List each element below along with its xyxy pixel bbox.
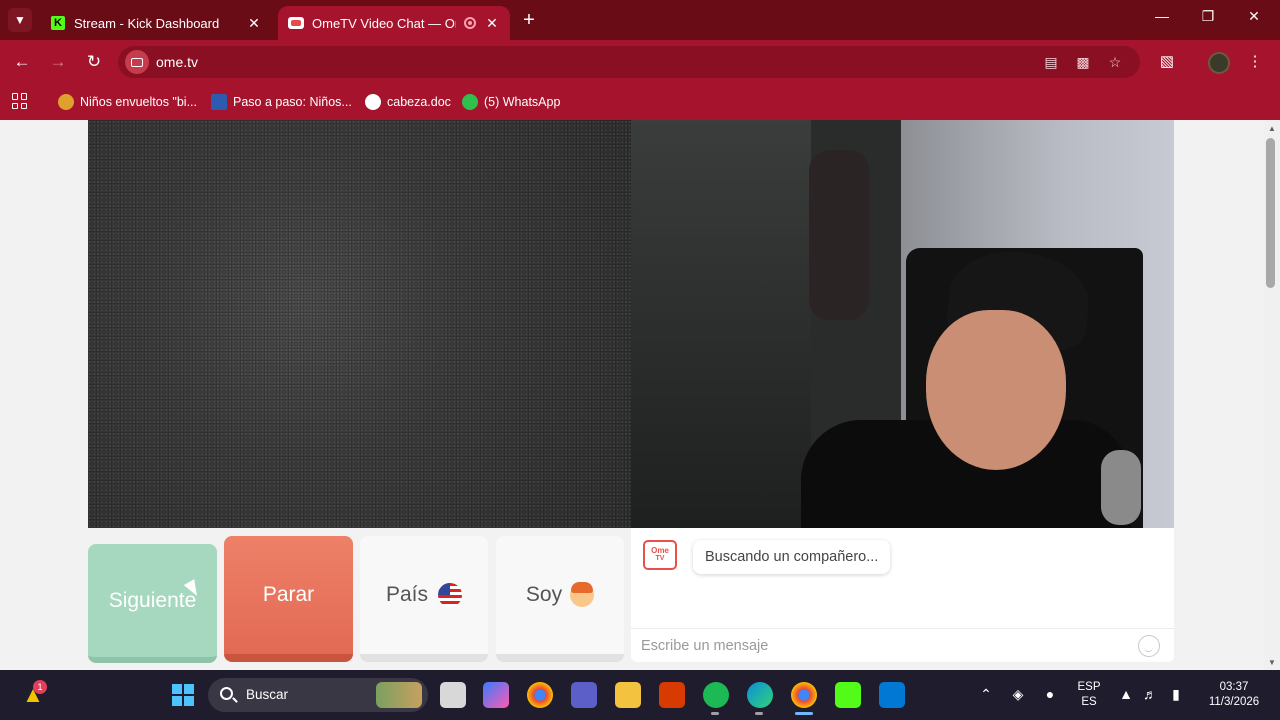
running-indicator [755,712,763,715]
browser-toolbar: ← → ↻ ome.tv ▤ ▩ ☆ ▧ ⋮ [0,40,1280,84]
kick-icon: K [50,15,66,31]
close-tab-icon[interactable]: ✕ [484,15,500,32]
taskbar-search[interactable]: Buscar [208,678,428,712]
volume-icon[interactable]: ♬ [1140,686,1160,702]
bookmark-item[interactable]: cabeza.doc [365,92,451,112]
apps-grid-icon[interactable] [12,93,28,109]
spotify-icon[interactable] [703,682,729,708]
url-text[interactable]: ome.tv [156,54,198,70]
restore-button[interactable]: ❐ [1193,8,1223,25]
search-icon [220,687,233,700]
bookmark-item[interactable]: Paso a paso: Niños... [211,92,352,112]
office-icon[interactable] [659,682,685,708]
next-button-label: Siguiente [108,588,197,612]
file-explorer-icon[interactable] [615,682,641,708]
bookmark-star-icon[interactable]: ☆ [1106,54,1124,71]
language-indicator[interactable]: ESP ES [1072,680,1106,710]
start-button[interactable] [170,682,196,708]
country-button-label: País [385,583,429,606]
camera-off-icon[interactable]: ◈ [1008,686,1028,703]
search-label: Buscar [246,687,289,702]
scroll-down-arrow[interactable]: ▼ [1265,658,1279,667]
bookmark-label: Niños envueltos "bi... [80,95,197,109]
teams-icon[interactable] [571,682,597,708]
extensions-icon[interactable]: ▧ [1156,52,1178,70]
address-bar[interactable]: ome.tv ▤ ▩ ☆ [118,46,1140,78]
bookmark-label: (5) WhatsApp [484,95,561,109]
tab-title: Stream - Kick Dashboard [74,15,220,31]
close-window-button[interactable]: ✕ [1239,8,1269,25]
bookmark-avatar-icon [58,94,74,110]
close-tab-icon[interactable]: ✕ [246,15,262,32]
menu-icon[interactable]: ⋮ [1244,52,1266,70]
stop-button[interactable]: Parar [224,536,353,662]
message-input[interactable] [641,635,1121,657]
translate-icon[interactable]: ▤ [1042,54,1060,71]
store-icon[interactable] [879,682,905,708]
bookmark-globe-icon [365,94,381,110]
gender-button-label: Soy [525,583,563,606]
stop-button-label: Parar [262,583,315,606]
tab-kick-dashboard[interactable]: K Stream - Kick Dashboard ✕ [40,6,272,40]
us-flag-icon [438,583,463,607]
emoji-icon[interactable] [1138,635,1160,657]
search-highlight-image [376,682,422,708]
recording-icon [464,17,476,29]
wifi-icon[interactable]: ▲ [1116,686,1136,702]
profile-avatar[interactable] [1208,52,1230,74]
status-message: Buscando un compañero... [693,540,891,574]
tab-title: OmeTV Video Chat — Ome [312,15,456,31]
ometv-logo: Ome TV [643,540,677,570]
task-view-icon[interactable] [440,682,466,708]
boy-face-icon [570,582,595,607]
new-tab-button[interactable]: + [518,9,540,32]
bookmark-label: Paso a paso: Niños... [233,95,352,109]
minimize-button[interactable]: — [1147,8,1177,24]
install-app-icon[interactable]: ▩ [1074,54,1092,71]
back-button[interactable]: ← [10,50,34,74]
forward-button[interactable]: → [46,50,70,74]
browser-tab-strip: ▼ K Stream - Kick Dashboard ✕ OmeTV Vide… [0,0,1280,40]
self-video [631,120,1174,528]
screen: ▼ K Stream - Kick Dashboard ✕ OmeTV Vide… [0,0,1280,720]
chrome-profile-icon[interactable] [791,682,817,708]
microphone-icon[interactable]: ● [1040,686,1060,702]
reload-button[interactable]: ↻ [82,50,106,74]
bookmark-label: cabeza.doc [387,95,451,109]
bookmark-item[interactable]: Niños envueltos "bi... [58,92,197,112]
whatsapp-icon [462,94,478,110]
scroll-up-arrow[interactable]: ▲ [1265,124,1279,133]
chat-input-bar [631,628,1174,662]
chat-panel: Ome TV Buscando un compañero... [631,528,1174,662]
scrollbar-thumb[interactable] [1266,138,1275,288]
battery-icon[interactable]: ▮ [1166,686,1186,703]
bookmarks-bar: Niños envueltos "bi... Paso a paso: Niño… [0,84,1280,120]
notification-badge: 1 [33,680,47,694]
bookmark-doc-icon [211,94,227,110]
bookmark-item[interactable]: (5) WhatsApp [462,92,560,112]
next-button[interactable]: Siguiente [88,544,217,663]
copilot-icon[interactable] [483,682,509,708]
gender-button[interactable]: Soy [496,536,624,662]
show-hidden-icons[interactable]: ⌃ [976,686,996,703]
country-button[interactable]: País [360,536,488,662]
ometv-icon [288,15,304,31]
chrome-icon[interactable] [527,682,553,708]
running-indicator [711,712,719,715]
tab-search-button[interactable]: ▼ [8,8,32,32]
tab-ometv[interactable]: OmeTV Video Chat — Ome ✕ [278,6,510,40]
running-indicator [795,712,813,715]
edge-icon[interactable] [747,682,773,708]
partner-video [88,120,631,528]
site-info-icon[interactable] [125,50,149,74]
clock[interactable]: 03:37 11/3/2026 [1196,680,1272,710]
kick-app-icon[interactable] [835,682,861,708]
